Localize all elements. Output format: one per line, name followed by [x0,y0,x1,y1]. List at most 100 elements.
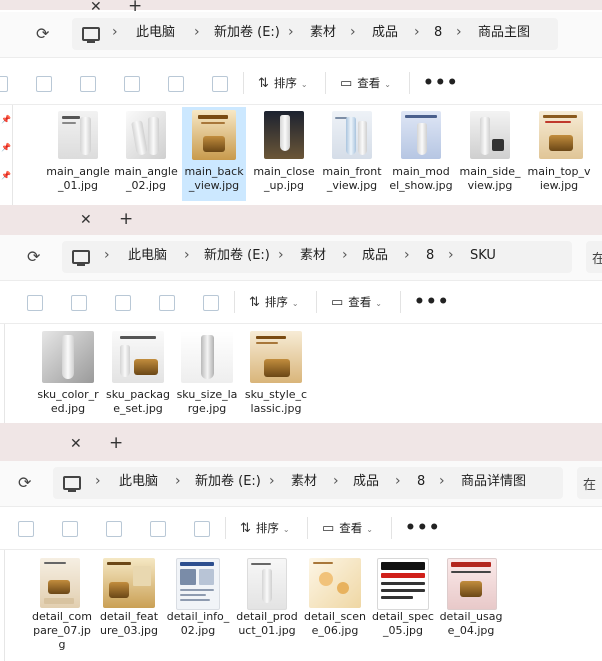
file-item[interactable]: detail_feature_03.jpg [97,550,161,661]
toolbar-divider [307,517,308,539]
file-thumbnail [539,111,583,159]
breadcrumb-item[interactable]: 8 [426,248,434,264]
breadcrumb-item[interactable]: 素材 [300,248,326,264]
breadcrumb-item[interactable]: 8 [434,25,442,41]
delete-icon[interactable] [194,521,210,537]
copy-icon[interactable] [27,295,43,311]
file-item[interactable]: detail_product_01.jpg [235,550,299,661]
refresh-icon[interactable]: ⟳ [18,473,31,492]
file-thumbnail [309,558,361,608]
file-item[interactable]: sku_size_large.jpg [175,324,239,423]
add-tab-icon[interactable]: + [109,435,123,452]
breadcrumb-item[interactable]: 新加卷 (E:) [214,25,280,41]
breadcrumb-item[interactable]: 素材 [291,474,317,490]
breadcrumb-item[interactable]: 成品 [353,474,379,490]
view-icon: ▭ [322,521,335,536]
chevron-down-icon: ⌄ [375,299,382,308]
file-item[interactable]: detail_info_02.jpg [166,550,230,661]
chevron-right-icon: › [395,473,401,489]
file-name: main_back_view.jpg [184,165,244,192]
file-item[interactable]: main_front_view.jpg [320,107,384,205]
breadcrumb[interactable]: › 此电脑 › 新加卷 (E:) › 素材 › 成品 › 8 › 商品主图 [72,18,558,50]
file-item[interactable]: main_model_show.jpg [389,107,453,205]
breadcrumb-item[interactable]: 成品 [362,248,388,264]
breadcrumb-item[interactable]: 商品主图 [478,25,530,41]
rename-icon[interactable] [124,76,140,92]
breadcrumb-item[interactable]: 此电脑 [128,248,167,264]
file-thumbnail [58,111,98,159]
add-tab-icon[interactable]: + [119,211,133,228]
file-item[interactable]: main_angle_02.jpg [114,107,178,205]
chevron-down-icon: ⌄ [282,525,290,534]
refresh-icon[interactable]: ⟳ [36,24,49,43]
breadcrumb-item[interactable]: 此电脑 [136,25,175,41]
file-item[interactable]: main_close_up.jpg [252,107,316,205]
more-options-icon[interactable]: ••• [414,294,450,311]
cut-icon[interactable] [0,76,8,92]
file-item[interactable]: main_angle_01.jpg [46,107,110,205]
rename-icon[interactable] [106,521,122,537]
pin-icon: 📌 [1,143,11,152]
file-item[interactable]: main_top_view.jpg [527,107,591,205]
chevron-right-icon: › [350,24,356,40]
share-icon[interactable] [159,295,175,311]
toolbar-divider [234,291,235,313]
share-icon[interactable] [150,521,166,537]
rename-icon[interactable] [115,295,131,311]
refresh-icon[interactable]: ⟳ [27,247,40,266]
chevron-right-icon: › [112,24,118,40]
file-item-selected[interactable]: main_back_view.jpg [182,107,246,201]
file-item[interactable]: detail_scene_06.jpg [303,550,367,661]
delete-icon[interactable] [212,76,228,92]
navigation-pane [0,550,5,661]
file-item[interactable]: detail_usage_04.jpg [439,550,503,661]
more-options-icon[interactable]: ••• [423,75,459,92]
file-name: main_close_up.jpg [253,165,315,192]
breadcrumb[interactable]: › 此电脑 › 新加卷 (E:) › 素材 › 成品 › 8 › SKU [62,241,572,273]
paste-icon[interactable] [80,76,96,92]
breadcrumb-item[interactable]: 成品 [372,25,398,41]
close-icon[interactable]: ✕ [80,213,92,227]
breadcrumb-item[interactable]: 素材 [310,25,336,41]
file-item[interactable]: main_side_view.jpg [458,107,522,205]
file-item[interactable]: sku_package_set.jpg [106,324,170,423]
copy-icon[interactable] [36,76,52,92]
view-button[interactable]: ▭ 查看 ⌄ [322,521,373,537]
sort-button[interactable]: ⇅ 排序 ⌄ [240,521,290,537]
file-item[interactable]: detail_compare_07.jpg [30,550,94,661]
file-name: detail_feature_03.jpg [99,610,159,637]
view-icon: ▭ [331,295,344,310]
tab-bar: ✕ + [0,205,602,235]
breadcrumb-item[interactable]: 新加卷 (E:) [204,248,270,264]
sort-label: 排序 [264,295,288,309]
address-bar: ⟳ › 此电脑 › 新加卷 (E:) › 素材 › 成品 › 8 › SKU 在 [0,235,602,281]
chevron-down-icon: ⌄ [384,80,391,89]
breadcrumb-item[interactable]: 商品详情图 [461,474,526,490]
search-input[interactable]: 在 [577,467,602,499]
share-icon[interactable] [168,76,184,92]
breadcrumb-item[interactable]: 8 [417,474,425,490]
breadcrumb-item[interactable]: 此电脑 [119,474,158,490]
file-name: main_angle_01.jpg [46,165,110,192]
close-icon[interactable]: ✕ [70,437,82,451]
more-options-icon[interactable]: ••• [405,520,441,537]
search-input[interactable]: 在 [586,241,602,273]
delete-icon[interactable] [203,295,219,311]
sort-button[interactable]: ⇅ 排序 ⌄ [258,76,308,92]
view-button[interactable]: ▭ 查看 ⌄ [340,76,391,92]
copy-icon[interactable] [18,521,34,537]
breadcrumb[interactable]: › 此电脑 › 新加卷 (E:) › 素材 › 成品 › 8 › 商品详情图 [53,467,563,499]
paste-icon[interactable] [71,295,87,311]
breadcrumb-item[interactable]: SKU [470,248,496,264]
file-name: main_top_view.jpg [527,165,591,192]
pin-icon: 📌 [1,171,11,180]
sort-icon: ⇅ [258,76,269,91]
paste-icon[interactable] [62,521,78,537]
file-item[interactable]: sku_style_classic.jpg [244,324,308,423]
view-button[interactable]: ▭ 查看 ⌄ [331,295,382,311]
breadcrumb-item[interactable]: 新加卷 (E:) [195,474,261,490]
file-item[interactable]: detail_spec_05.jpg [371,550,435,661]
monitor-icon [63,476,81,492]
file-item[interactable]: sku_color_red.jpg [36,324,100,423]
sort-button[interactable]: ⇅ 排序 ⌄ [249,295,299,311]
